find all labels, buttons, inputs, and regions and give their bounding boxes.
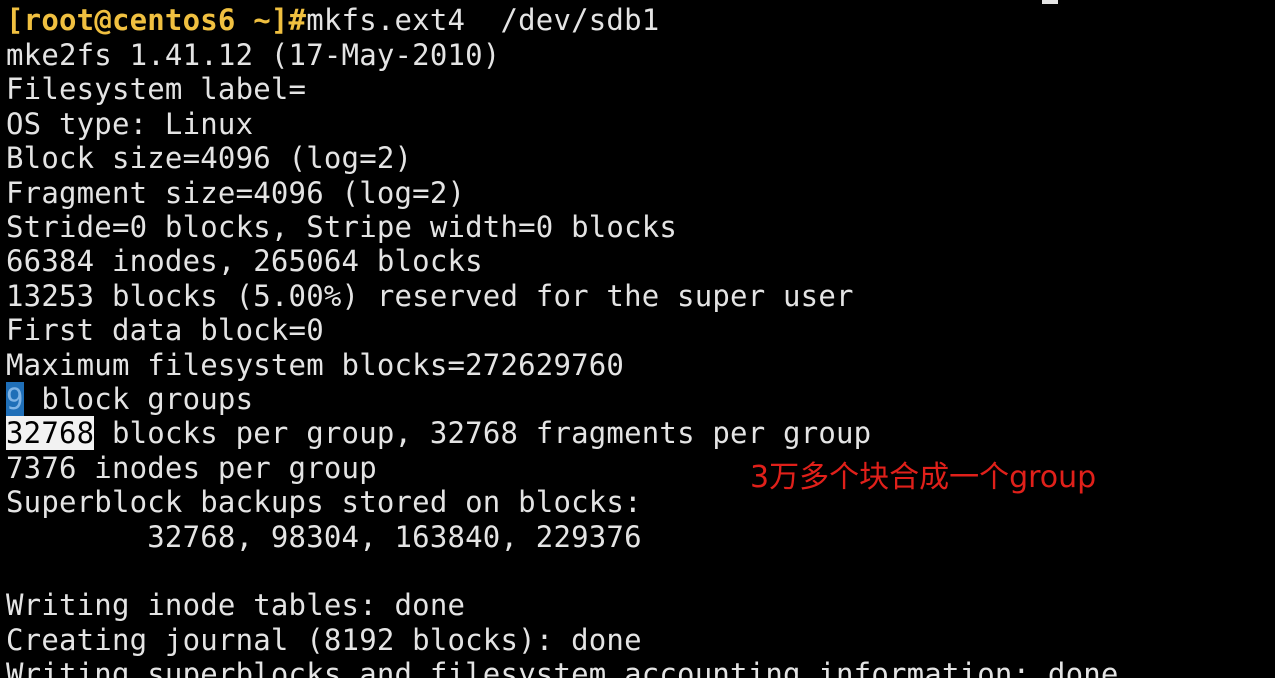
output-line: Filesystem label= bbox=[6, 72, 307, 106]
output-line: Stride=0 blocks, Stripe width=0 blocks bbox=[6, 210, 678, 244]
block-groups-line: 9 block groups bbox=[6, 382, 253, 416]
red-annotation-note: 3万多个块合成一个group bbox=[750, 460, 1097, 495]
shell-prompt: [root@centos6 ~]# bbox=[6, 3, 307, 37]
output-line: 32768, 98304, 163840, 229376 bbox=[6, 520, 642, 554]
output-line: Creating journal (8192 blocks): done bbox=[6, 623, 642, 657]
block-groups-text: block groups bbox=[23, 382, 254, 416]
output-line: Writing superblocks and filesystem accou… bbox=[6, 657, 1119, 678]
blocks-per-group-text: blocks per group, 32768 fragments per gr… bbox=[94, 416, 872, 450]
output-line: Superblock backups stored on blocks: bbox=[6, 485, 642, 519]
output-line: mke2fs 1.41.12 (17-May-2010) bbox=[6, 38, 501, 72]
terminal-window[interactable]: [root@centos6 ~]#mkfs.ext4 /dev/sdb1 mke… bbox=[0, 0, 1275, 678]
blocks-per-group-line: 32768 blocks per group, 32768 fragments … bbox=[6, 416, 871, 450]
selected-block-group-count[interactable]: 9 bbox=[6, 382, 24, 416]
output-line: 7376 inodes per group bbox=[6, 451, 377, 485]
command-line: [root@centos6 ~]#mkfs.ext4 /dev/sdb1 bbox=[6, 3, 659, 37]
highlighted-blocks-per-group-value[interactable]: 32768 bbox=[6, 416, 95, 450]
output-line: Writing inode tables: done bbox=[6, 588, 466, 622]
text-cursor bbox=[1042, 0, 1058, 4]
output-line: Maximum filesystem blocks=272629760 bbox=[6, 348, 625, 382]
output-line: First data block=0 bbox=[6, 313, 324, 347]
output-line: Block size=4096 (log=2) bbox=[6, 141, 413, 175]
output-line: Fragment size=4096 (log=2) bbox=[6, 176, 466, 210]
output-line: OS type: Linux bbox=[6, 107, 254, 141]
output-line: 66384 inodes, 265064 blocks bbox=[6, 244, 483, 278]
command-text: mkfs.ext4 /dev/sdb1 bbox=[306, 3, 660, 37]
output-line: 13253 blocks (5.00%) reserved for the su… bbox=[6, 279, 854, 313]
